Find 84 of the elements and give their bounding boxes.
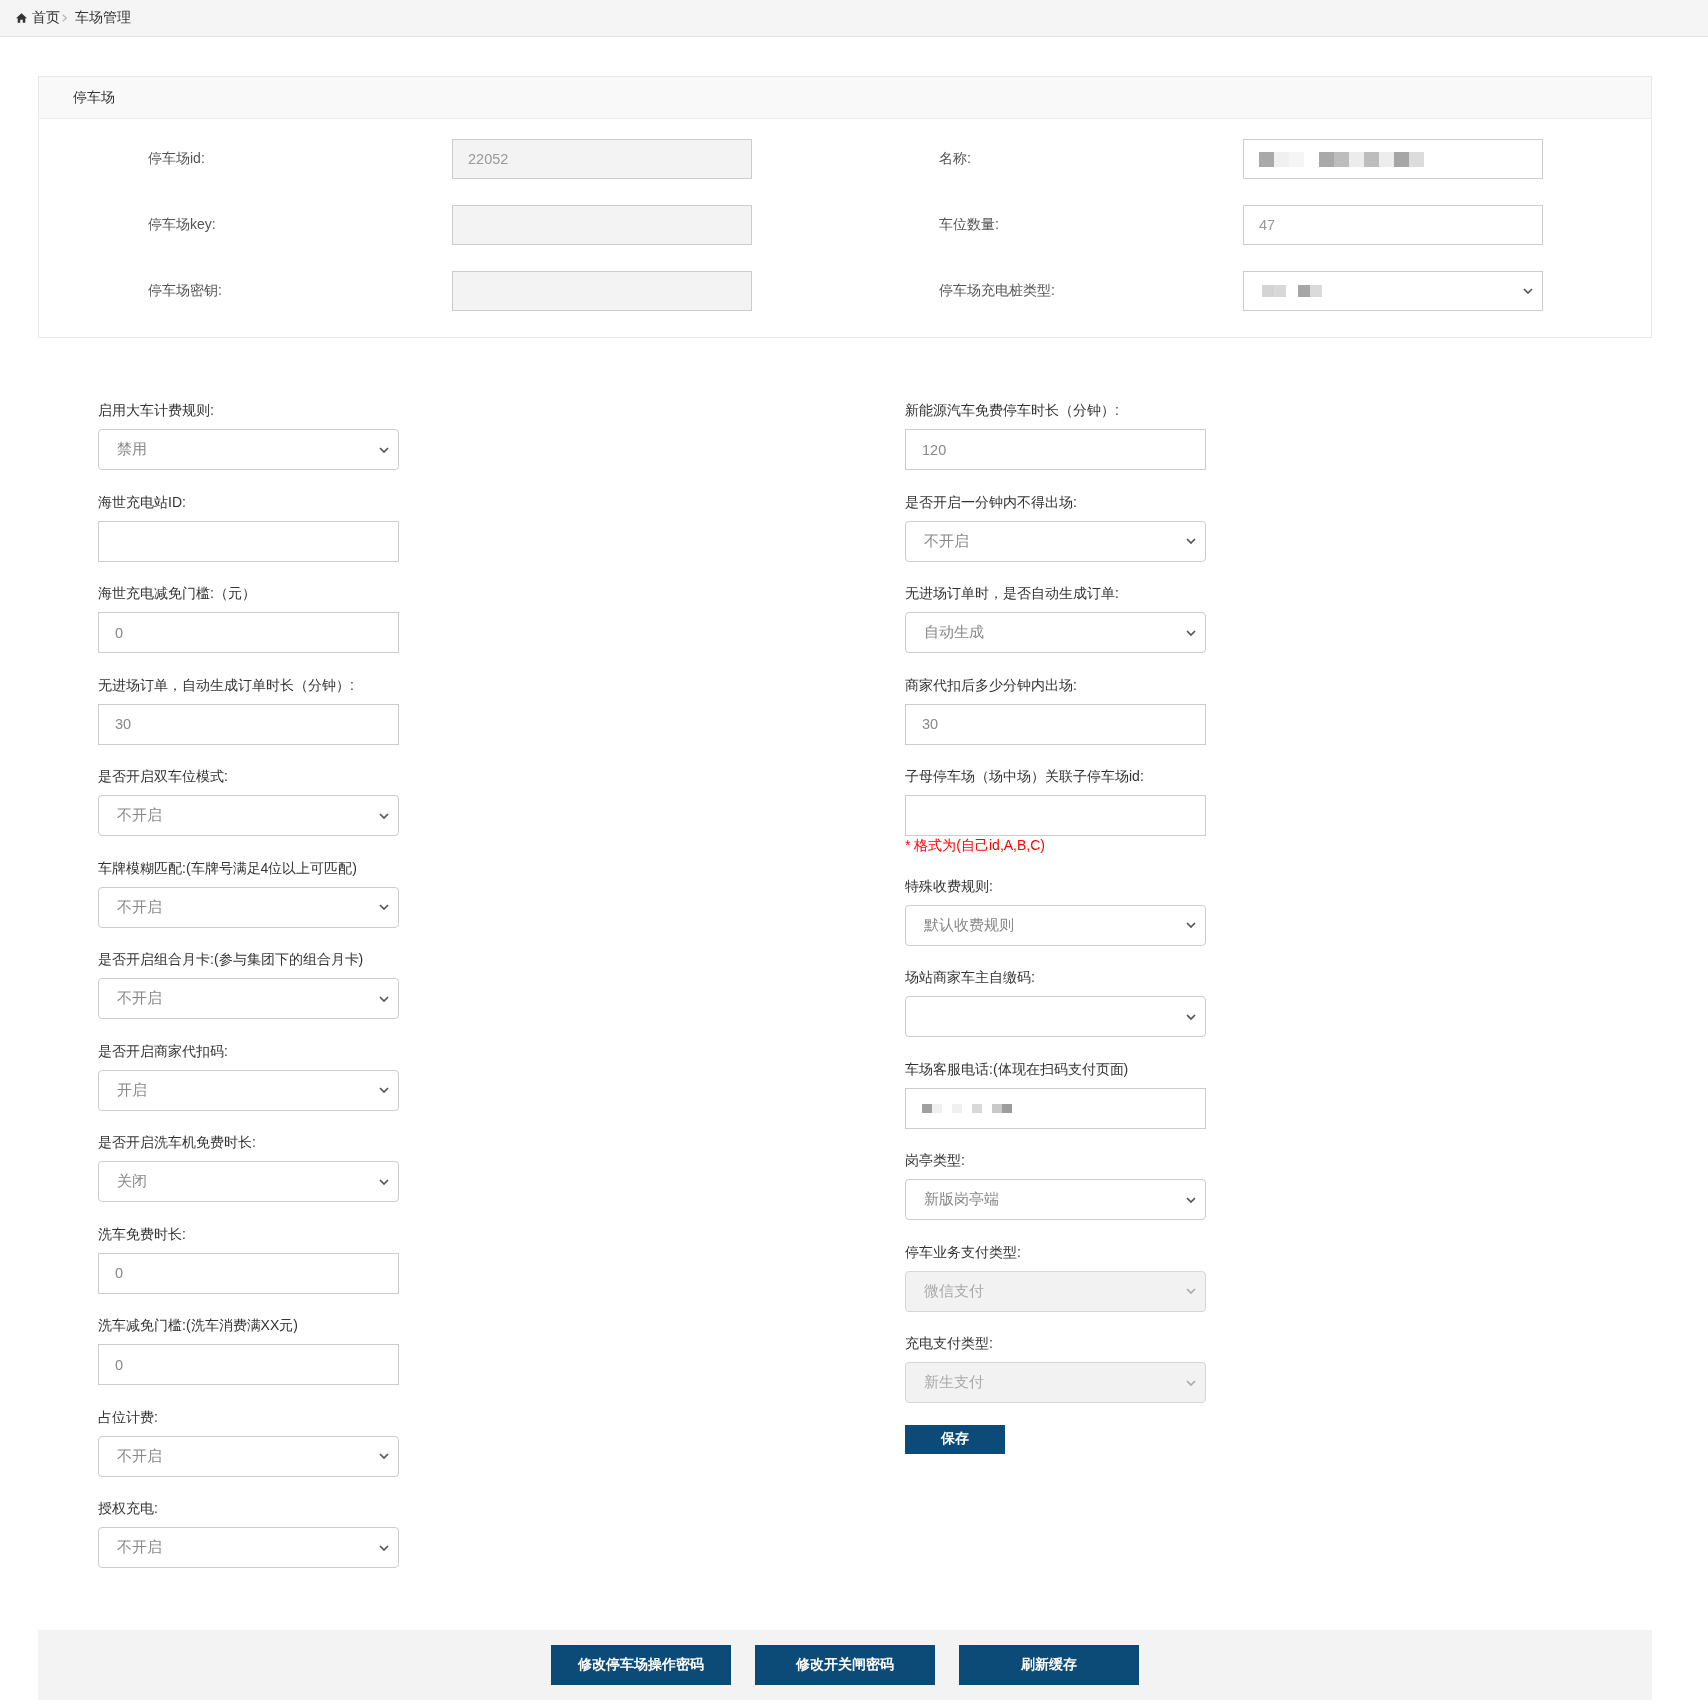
action-button[interactable]: 修改停车场操作密码	[551, 1645, 731, 1685]
field-label: 特殊收费规则:	[905, 876, 994, 896]
field-label: 海世充电站ID:	[98, 492, 187, 512]
chevron-down-icon	[379, 1087, 389, 1093]
input-field[interactable]	[905, 1087, 1206, 1129]
dropdown[interactable]: 不开启	[98, 978, 399, 1019]
input-field[interactable]: 120	[905, 429, 1206, 470]
chevron-down-icon	[379, 995, 389, 1002]
field-label: 商家代扣后多少分钟内出场:	[905, 675, 1078, 695]
field-label: 是否开启双车位模式:	[98, 767, 229, 786]
dropdown[interactable]: 不开启	[98, 886, 399, 928]
chevron-down-icon	[1186, 1288, 1196, 1294]
field-label: 启用大车计费规则:	[98, 401, 215, 420]
field-label: 新能源汽车免费停车时长（分钟）:	[905, 401, 1120, 420]
field-label: 岗亭类型:	[905, 1151, 966, 1170]
field-label: 洗车免费时长:	[98, 1224, 187, 1244]
dropdown[interactable]	[905, 996, 1206, 1037]
breadcrumb-link[interactable]: 首页	[32, 9, 60, 27]
field-label: 车场客服电话:(体现在扫码支付页面)	[905, 1059, 1130, 1079]
field-label: 占位计费:	[98, 1407, 159, 1427]
chevron-down-icon	[379, 1178, 389, 1185]
field-label: 车位数量:	[939, 216, 1000, 234]
input-field[interactable]	[1243, 139, 1543, 179]
action-button[interactable]: 修改开关闸密码	[755, 1645, 935, 1685]
field-label: 停车场id:	[148, 150, 206, 168]
chevron-down-icon	[1186, 1379, 1196, 1386]
chevron-down-icon	[1186, 629, 1196, 636]
field-label: 场站商家车主自缴码:	[905, 968, 1036, 987]
save-button[interactable]: 保存	[905, 1424, 1005, 1454]
pixelated-text-icon	[1262, 285, 1322, 297]
field-label: 子母停车场（场中场）关联子停车场id:	[905, 767, 1145, 786]
panel-title: 停车场	[73, 88, 115, 107]
input-field[interactable]: 0	[98, 1252, 399, 1294]
input-field[interactable]	[905, 795, 1206, 836]
field-label: 名称:	[939, 150, 972, 168]
input-field[interactable]: 30	[98, 703, 399, 745]
dropdown[interactable]: 开启	[98, 1069, 399, 1111]
dropdown[interactable]	[1243, 271, 1543, 311]
chevron-down-icon	[379, 1453, 389, 1459]
field-label: 授权充电:	[98, 1499, 159, 1518]
breadcrumb-current: 车场管理	[75, 9, 131, 27]
field-label: 停车业务支付类型:	[905, 1242, 1022, 1262]
chevron-down-icon	[1186, 922, 1196, 928]
chevron-right-icon	[62, 14, 67, 22]
dropdown[interactable]: 不开启	[98, 1435, 399, 1477]
input-field[interactable]	[98, 520, 399, 562]
dropdown[interactable]: 关闭	[98, 1161, 399, 1202]
field-label: 是否开启商家代扣码:	[98, 1041, 229, 1061]
dropdown[interactable]: 默认收费规则	[905, 904, 1206, 946]
field-label: 无进场订单，自动生成订单时长（分钟）:	[98, 675, 355, 695]
field-label: 无进场订单时，是否自动生成订单:	[905, 584, 1120, 603]
dropdown[interactable]: 不开启	[98, 795, 399, 836]
action-button[interactable]: 刷新缓存	[959, 1645, 1139, 1685]
field-label: 停车场密钥:	[148, 282, 223, 300]
home-icon[interactable]	[16, 13, 27, 23]
dropdown[interactable]: 不开启	[98, 1527, 399, 1568]
format-hint: * 格式为(自己id,A,B,C)	[905, 836, 1046, 854]
field-label: 海世充电减免门槛:（元）	[98, 584, 257, 603]
field-label: 停车场key:	[148, 216, 217, 234]
field-label: 是否开启洗车机免费时长:	[98, 1133, 257, 1152]
chevron-down-icon	[1186, 538, 1196, 544]
chevron-down-icon	[379, 1544, 389, 1551]
input-field[interactable]: 47	[1243, 205, 1543, 245]
input-field[interactable]: 0	[98, 612, 399, 653]
dropdown[interactable]: 不开启	[905, 520, 1206, 562]
field-label: 车牌模糊匹配:(车牌号满足4位以上可匹配)	[98, 858, 358, 878]
chevron-down-icon	[1186, 1013, 1196, 1020]
pixelated-text-icon	[1259, 151, 1424, 167]
field-label: 是否开启一分钟内不得出场:	[905, 492, 1078, 512]
chevron-down-icon	[379, 446, 389, 453]
field-label: 洗车减免门槛:(洗车消费满XX元)	[98, 1316, 299, 1335]
chevron-down-icon	[1523, 288, 1533, 294]
field-label: 充电支付类型:	[905, 1334, 994, 1353]
dropdown[interactable]: 自动生成	[905, 612, 1206, 653]
chevron-down-icon	[379, 812, 389, 819]
dropdown[interactable]: 禁用	[98, 429, 399, 470]
chevron-down-icon	[379, 904, 389, 910]
input-field[interactable]: 0	[98, 1344, 399, 1385]
input-field[interactable]: 30	[905, 703, 1206, 745]
pixelated-text-icon	[922, 1103, 1012, 1113]
chevron-down-icon	[1186, 1196, 1196, 1203]
field-label: 停车场充电桩类型:	[939, 282, 1056, 300]
dropdown[interactable]: 新版岗亭端	[905, 1179, 1206, 1220]
field-label: 是否开启组合月卡:(参与集团下的组合月卡)	[98, 950, 365, 969]
